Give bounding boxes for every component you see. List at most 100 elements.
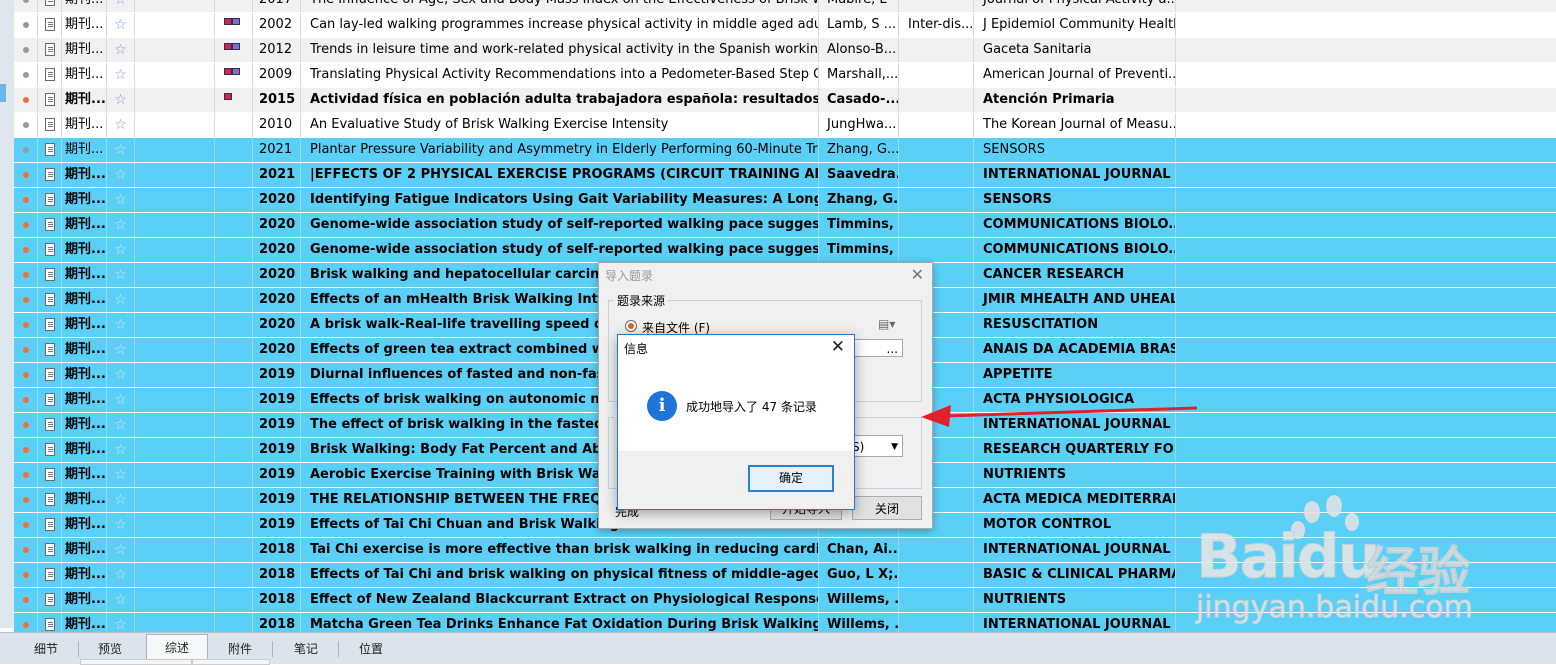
read-status-cell[interactable] bbox=[14, 88, 38, 112]
format-menu-icon[interactable]: ▤▾ bbox=[878, 317, 895, 331]
star-icon[interactable]: ☆ bbox=[114, 67, 127, 83]
read-status-cell[interactable] bbox=[14, 588, 38, 612]
table-row[interactable]: 期刊... ☆ 2009 Translating Physical Activity … bbox=[14, 63, 1556, 88]
close-button[interactable]: 关闭 bbox=[852, 496, 922, 520]
star-icon[interactable]: ☆ bbox=[114, 17, 127, 33]
star-icon[interactable]: ☆ bbox=[114, 317, 127, 333]
star-icon[interactable]: ☆ bbox=[114, 217, 127, 233]
tab-notes[interactable]: 笔记 bbox=[282, 637, 330, 661]
read-status-cell[interactable] bbox=[14, 63, 38, 87]
browse-button[interactable]: ... bbox=[847, 339, 903, 357]
star-cell[interactable]: ☆ bbox=[107, 363, 135, 387]
star-cell[interactable]: ☆ bbox=[107, 313, 135, 337]
star-cell[interactable]: ☆ bbox=[107, 263, 135, 287]
tab-summary[interactable]: 综述 bbox=[146, 634, 208, 661]
tab-preview[interactable]: 预览 bbox=[86, 637, 134, 661]
tab-location[interactable]: 位置 bbox=[347, 637, 395, 661]
star-cell[interactable]: ☆ bbox=[107, 188, 135, 212]
table-row[interactable]: 期刊... ☆ 2012 Trends in leisure time and wor… bbox=[14, 38, 1556, 63]
star-icon[interactable]: ☆ bbox=[114, 492, 127, 508]
star-cell[interactable]: ☆ bbox=[107, 413, 135, 437]
star-icon[interactable]: ☆ bbox=[114, 242, 127, 258]
star-cell[interactable]: ☆ bbox=[107, 388, 135, 412]
read-status-cell[interactable] bbox=[14, 38, 38, 62]
read-status-cell[interactable] bbox=[14, 463, 38, 487]
read-status-cell[interactable] bbox=[14, 488, 38, 512]
star-cell[interactable]: ☆ bbox=[107, 488, 135, 512]
ok-button[interactable]: 确定 bbox=[748, 465, 834, 492]
tab-attachments[interactable]: 附件 bbox=[216, 637, 264, 661]
read-status-cell[interactable] bbox=[14, 188, 38, 212]
star-icon[interactable]: ☆ bbox=[114, 442, 127, 458]
star-cell[interactable]: ☆ bbox=[107, 538, 135, 562]
tab-details[interactable]: 细节 bbox=[22, 637, 70, 661]
table-row[interactable]: 期刊... ☆ 2020 Genome-wide association study … bbox=[14, 213, 1556, 238]
read-status-cell[interactable] bbox=[14, 438, 38, 462]
bottom-field[interactable] bbox=[80, 659, 192, 665]
star-icon[interactable]: ☆ bbox=[114, 142, 127, 158]
star-cell[interactable]: ☆ bbox=[107, 0, 135, 12]
table-row[interactable]: 期刊... ☆ 2020 Identifying Fatigue Indicators… bbox=[14, 188, 1556, 213]
bottom-field-2[interactable] bbox=[192, 659, 270, 665]
star-icon[interactable]: ☆ bbox=[114, 567, 127, 583]
star-cell[interactable]: ☆ bbox=[107, 13, 135, 37]
star-icon[interactable]: ☆ bbox=[114, 467, 127, 483]
star-cell[interactable]: ☆ bbox=[107, 163, 135, 187]
star-cell[interactable]: ☆ bbox=[107, 138, 135, 162]
star-icon[interactable]: ☆ bbox=[114, 292, 127, 308]
read-status-cell[interactable] bbox=[14, 13, 38, 37]
star-icon[interactable]: ☆ bbox=[114, 167, 127, 183]
close-icon[interactable]: ✕ bbox=[911, 265, 924, 284]
star-cell[interactable]: ☆ bbox=[107, 88, 135, 112]
star-icon[interactable]: ☆ bbox=[114, 617, 127, 633]
table-row[interactable]: 期刊... ☆ 2010 An Evaluative Study of Brisk W… bbox=[14, 113, 1556, 138]
read-status-cell[interactable] bbox=[14, 388, 38, 412]
read-status-cell[interactable] bbox=[14, 163, 38, 187]
read-status-cell[interactable] bbox=[14, 263, 38, 287]
read-status-cell[interactable] bbox=[14, 413, 38, 437]
from-file-radio[interactable] bbox=[625, 320, 637, 332]
table-row[interactable]: 期刊... ☆ 2015 Actividad física en población … bbox=[14, 88, 1556, 113]
star-cell[interactable]: ☆ bbox=[107, 213, 135, 237]
star-icon[interactable]: ☆ bbox=[114, 117, 127, 133]
star-cell[interactable]: ☆ bbox=[107, 563, 135, 587]
table-row[interactable]: 期刊... ☆ 2021 |EFFECTS OF 2 PHYSICAL EXERCIS… bbox=[14, 163, 1556, 188]
star-icon[interactable]: ☆ bbox=[114, 517, 127, 533]
table-row[interactable]: 期刊... ☆ 2020 Genome-wide association study … bbox=[14, 238, 1556, 263]
star-cell[interactable]: ☆ bbox=[107, 38, 135, 62]
star-icon[interactable]: ☆ bbox=[114, 592, 127, 608]
read-status-cell[interactable] bbox=[14, 113, 38, 137]
star-cell[interactable]: ☆ bbox=[107, 338, 135, 362]
read-status-cell[interactable] bbox=[14, 213, 38, 237]
read-status-cell[interactable] bbox=[14, 138, 38, 162]
star-cell[interactable]: ☆ bbox=[107, 438, 135, 462]
star-cell[interactable]: ☆ bbox=[107, 513, 135, 537]
star-icon[interactable]: ☆ bbox=[114, 542, 127, 558]
star-icon[interactable]: ☆ bbox=[114, 42, 127, 58]
star-icon[interactable]: ☆ bbox=[114, 0, 127, 8]
read-status-cell[interactable] bbox=[14, 288, 38, 312]
read-status-cell[interactable] bbox=[14, 513, 38, 537]
table-row[interactable]: 期刊... ☆ 2021 Plantar Pressure Variability a… bbox=[14, 138, 1556, 163]
read-status-cell[interactable] bbox=[14, 338, 38, 362]
star-cell[interactable]: ☆ bbox=[107, 588, 135, 612]
read-status-cell[interactable] bbox=[14, 238, 38, 262]
format-select[interactable]: S) ▼ bbox=[847, 435, 903, 457]
star-icon[interactable]: ☆ bbox=[114, 267, 127, 283]
read-status-cell[interactable] bbox=[14, 363, 38, 387]
read-status-cell[interactable] bbox=[14, 0, 38, 12]
star-cell[interactable]: ☆ bbox=[107, 238, 135, 262]
close-icon[interactable]: ✕ bbox=[831, 337, 845, 357]
star-cell[interactable]: ☆ bbox=[107, 288, 135, 312]
read-status-cell[interactable] bbox=[14, 538, 38, 562]
star-icon[interactable]: ☆ bbox=[114, 342, 127, 358]
star-cell[interactable]: ☆ bbox=[107, 113, 135, 137]
star-icon[interactable]: ☆ bbox=[114, 367, 127, 383]
table-row[interactable]: 期刊... ☆ 2017The Influence of Age, Sex and … bbox=[14, 0, 1556, 13]
table-row[interactable]: 期刊... ☆ 2002 Can lay-led walking programmes… bbox=[14, 13, 1556, 38]
star-icon[interactable]: ☆ bbox=[114, 92, 127, 108]
star-cell[interactable]: ☆ bbox=[107, 463, 135, 487]
read-status-cell[interactable] bbox=[14, 563, 38, 587]
star-icon[interactable]: ☆ bbox=[114, 417, 127, 433]
star-icon[interactable]: ☆ bbox=[114, 192, 127, 208]
